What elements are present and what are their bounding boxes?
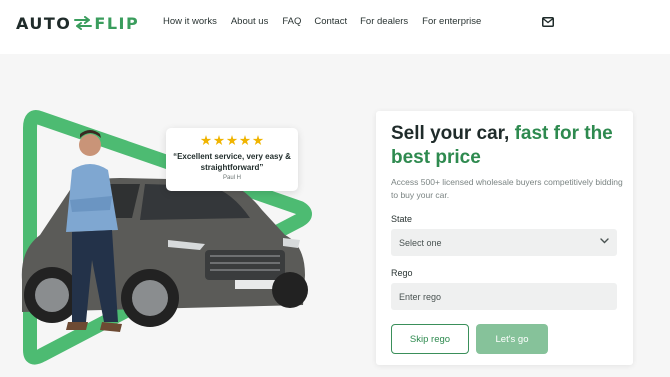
nav-contact[interactable]: Contact (314, 16, 347, 27)
nav-how-it-works[interactable]: How it works (163, 16, 217, 27)
rego-input[interactable] (399, 291, 599, 302)
state-label: State (391, 214, 413, 224)
star-icon (239, 135, 251, 146)
star-icon (252, 135, 264, 146)
star-icon (200, 135, 212, 146)
site-header: AUTO FLIP How it works About us FAQ Cont… (0, 0, 670, 48)
nav-about-us[interactable]: About us (231, 16, 269, 27)
rego-field[interactable] (391, 283, 617, 310)
chevron-down-icon (600, 238, 609, 244)
mail-icon[interactable] (542, 17, 554, 27)
logo-text-auto: AUTO (16, 13, 72, 33)
state-select-value: Select one (399, 237, 442, 248)
swap-arrows-icon (74, 16, 93, 30)
nav-for-enterprise[interactable]: For enterprise (422, 16, 481, 27)
star-icon (213, 135, 225, 146)
skip-rego-button[interactable]: Skip rego (391, 324, 469, 354)
review-author: Paul H (222, 175, 241, 181)
sell-car-form: Sell your car, fast for the best price A… (376, 111, 633, 365)
main-nav: How it works About us FAQ Contact For de… (163, 16, 481, 27)
form-title: Sell your car, fast for the best price (391, 122, 623, 170)
review-quote: “Excellent service, very easy & straight… (173, 152, 291, 172)
form-subtitle: Access 500+ licensed wholesale buyers co… (391, 177, 623, 200)
nav-for-dealers[interactable]: For dealers (360, 16, 408, 27)
nav-faq[interactable]: FAQ (282, 16, 301, 27)
review-card: “Excellent service, very easy & straight… (166, 128, 298, 191)
logo-text-flip: FLIP (94, 13, 140, 33)
form-title-plain: Sell your car, (391, 123, 515, 144)
state-select[interactable]: Select one (391, 229, 617, 256)
rating-stars (166, 135, 298, 148)
star-icon (226, 135, 238, 146)
rego-label: Rego (391, 268, 413, 278)
lets-go-button[interactable]: Let's go (476, 324, 548, 354)
autoflip-logo[interactable]: AUTO FLIP (16, 12, 139, 34)
